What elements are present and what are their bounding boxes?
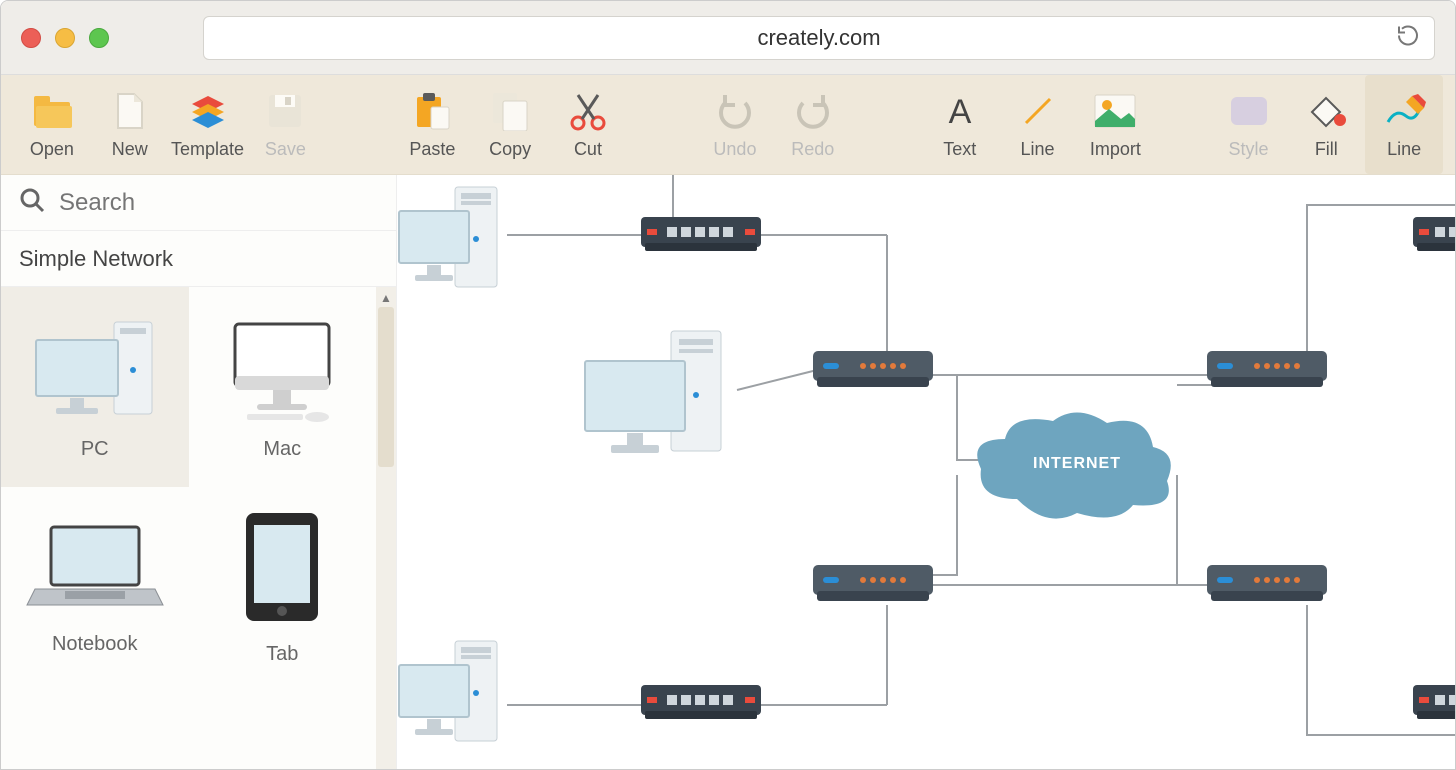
fill-icon [1304,89,1348,133]
shape-extra-1[interactable] [1,687,189,769]
address-bar[interactable]: creately.com [203,16,1435,60]
style-button[interactable]: Style [1210,75,1288,174]
undo-icon [715,89,755,133]
search-input[interactable] [57,188,378,218]
template-button[interactable]: Template [169,75,247,174]
pencil-icon [1382,89,1426,133]
shape-category[interactable]: Simple Network [1,231,396,287]
url-text: creately.com [757,25,880,51]
maximize-window-button[interactable] [89,28,109,48]
undo-button[interactable]: Undo [696,75,774,174]
fill-button[interactable]: Fill [1287,75,1365,174]
palette-scrollbar[interactable]: ▲ [376,287,396,769]
template-icon [188,89,228,133]
open-button[interactable]: Open [13,75,91,174]
cut-icon [568,89,608,133]
shape-extra-2[interactable] [189,687,377,769]
paste-button[interactable]: Paste [393,75,471,174]
shape-pc[interactable]: PC [1,287,189,487]
new-button[interactable]: New [91,75,169,174]
folder-icon [32,89,72,133]
close-window-button[interactable] [21,28,41,48]
line-tool-button[interactable]: Line [1365,75,1443,174]
shape-notebook[interactable]: Notebook [1,487,189,687]
shape-mac[interactable]: Mac [189,287,377,487]
reload-icon[interactable] [1396,23,1420,52]
save-icon [267,89,303,133]
scroll-up-icon[interactable]: ▲ [380,291,392,305]
cut-button[interactable]: Cut [549,75,627,174]
copy-icon [491,89,529,133]
line-icon [1020,89,1056,133]
svg-text:A: A [948,93,971,129]
browser-chrome: creately.com [1,1,1455,75]
line-button[interactable]: Line [999,75,1077,174]
text-icon: A [942,89,978,133]
copy-button[interactable]: Copy [471,75,549,174]
minimize-window-button[interactable] [55,28,75,48]
shape-palette: PC Mac [1,287,396,769]
import-icon [1093,89,1137,133]
cloud-label: INTERNET [1033,455,1121,473]
import-button[interactable]: Import [1076,75,1154,174]
save-button[interactable]: Save [246,75,324,174]
redo-button[interactable]: Redo [774,75,852,174]
search-icon [19,187,45,218]
shape-tab[interactable]: Tab [189,487,377,687]
traffic-lights [21,28,109,48]
text-button[interactable]: A Text [921,75,999,174]
canvas[interactable]: INTERNET [397,175,1455,769]
scroll-thumb[interactable] [378,307,394,467]
new-file-icon [114,89,146,133]
toolbar: Open New Template Save Paste [1,75,1455,175]
search-bar [1,175,396,231]
style-icon [1227,89,1271,133]
sidebar: Simple Network PC [1,175,397,769]
redo-icon [793,89,833,133]
paste-icon [413,89,451,133]
connectors [397,175,1455,769]
